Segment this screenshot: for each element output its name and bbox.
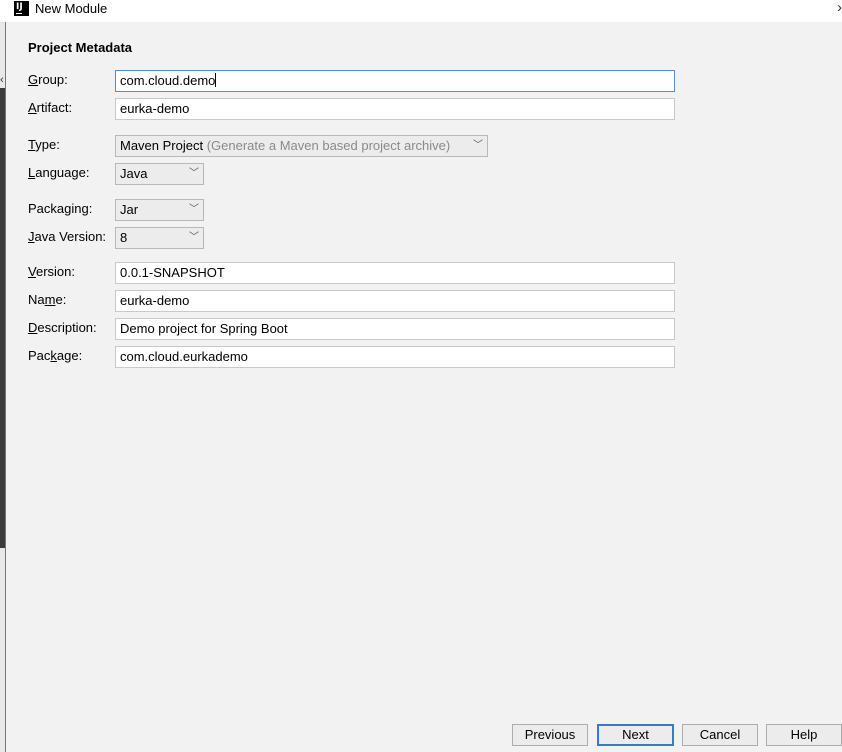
version-label-text: ersion:	[35, 264, 75, 279]
version-label: Version:	[28, 264, 75, 280]
java-version-label-text: ava Version:	[34, 229, 107, 244]
name-field[interactable]: eurka-demo	[115, 290, 675, 312]
previous-button[interactable]: Previous	[512, 724, 588, 746]
help-button[interactable]: Help	[766, 724, 842, 746]
artifact-label-text: rtifact:	[36, 100, 73, 115]
language-value: Java	[120, 166, 148, 181]
type-select[interactable]: Maven Project (Generate a Maven based pr…	[115, 135, 488, 157]
package-label-text: age:	[56, 348, 83, 363]
type-label-text: ype:	[35, 137, 60, 152]
java-version-select[interactable]: 8 ﹀	[115, 227, 204, 249]
group-mnemonic: G	[28, 72, 39, 87]
artifact-label: Artifact:	[28, 100, 72, 116]
chevron-down-icon: ﹀	[189, 232, 199, 243]
next-button[interactable]: Next	[597, 724, 674, 746]
window-title: New Module	[35, 1, 108, 16]
type-hint: (Generate a Maven based project archive)	[206, 138, 451, 153]
packaging-label-text: ing:	[71, 201, 93, 216]
chevron-down-icon: ﹀	[473, 140, 483, 151]
close-icon[interactable]: ›	[837, 0, 842, 16]
package-label-prefix: Pac	[28, 348, 51, 363]
name-label: Name:	[28, 292, 66, 308]
language-select[interactable]: Java ﹀	[115, 163, 204, 185]
group-label-text: roup:	[38, 72, 68, 87]
chevron-left-icon: ‹	[0, 74, 4, 86]
chevron-down-icon: ﹀	[189, 168, 199, 179]
package-field[interactable]: com.cloud.eurkademo	[115, 346, 675, 368]
description-field[interactable]: Demo project for Spring Boot	[115, 318, 675, 340]
text-caret	[215, 73, 217, 87]
description-value: Demo project for Spring Boot	[120, 321, 288, 336]
artifact-field[interactable]: eurka-demo	[115, 98, 675, 120]
version-value: 0.0.1-SNAPSHOT	[120, 265, 225, 280]
group-label: Group:	[28, 72, 68, 88]
artifact-mnemonic: A	[28, 100, 37, 115]
title-bar: IJ New Module ›	[0, 0, 842, 22]
artifact-value: eurka-demo	[120, 101, 190, 116]
version-mnemonic: V	[28, 264, 36, 279]
name-value: eurka-demo	[120, 293, 190, 308]
description-label-text: escription:	[37, 320, 97, 335]
name-mnemonic: m	[44, 292, 56, 307]
version-field[interactable]: 0.0.1-SNAPSHOT	[115, 262, 675, 284]
packaging-label-prefix: Packa	[28, 201, 65, 216]
name-label-prefix: Na	[28, 292, 45, 307]
type-label: Type:	[28, 137, 60, 153]
type-value: Maven Project	[120, 138, 204, 153]
language-label-text: anguage:	[35, 165, 90, 180]
java-version-value: 8	[120, 230, 128, 245]
intellij-icon: IJ	[14, 1, 29, 16]
package-value: com.cloud.eurkademo	[120, 349, 248, 364]
group-field[interactable]: com.cloud.demo	[115, 70, 675, 92]
name-label-text: e:	[55, 292, 67, 307]
language-label: Language:	[28, 165, 89, 181]
description-mnemonic: D	[28, 320, 38, 335]
chevron-down-icon: ﹀	[189, 204, 199, 215]
packaging-value: Jar	[120, 202, 139, 217]
java-version-label: Java Version:	[28, 229, 106, 245]
packaging-label: Packaging:	[28, 201, 92, 217]
cancel-button[interactable]: Cancel	[682, 724, 758, 746]
description-label: Description:	[28, 320, 97, 336]
window-border	[5, 22, 6, 752]
background-window-edge: ‹	[0, 22, 6, 752]
section-title: Project Metadata	[28, 40, 133, 55]
packaging-select[interactable]: Jar ﹀	[115, 199, 204, 221]
package-label: Package:	[28, 348, 82, 364]
group-value: com.cloud.demo	[120, 73, 216, 88]
